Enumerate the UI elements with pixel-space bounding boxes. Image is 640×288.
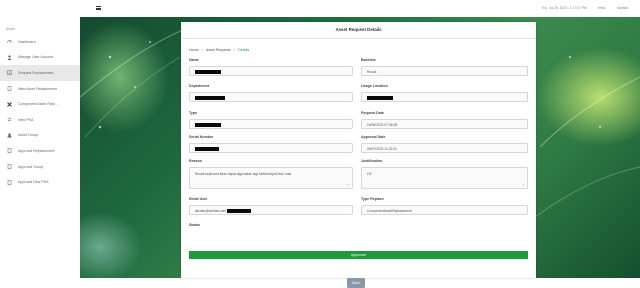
breadcrumb: Home › Asset Requests › Details [189,48,249,52]
baseline-field[interactable]: Rusak [361,66,528,76]
logout-link[interactable]: Sanitas [617,6,628,10]
serial-number-field[interactable] [189,143,353,153]
document-icon [7,148,12,154]
sidebar-item-approval-group[interactable]: Approval Group [0,159,80,175]
field-label: Type Replace [361,197,384,201]
breadcrumb-details: Details [238,48,250,52]
document-icon [7,179,12,185]
sidebar-item-label: Approval New PKA [18,180,49,185]
field-label: Baseline [361,58,376,62]
sidebar-nav: Dashboard Manage User Account Request Re… [0,34,80,190]
breadcrumb-asset-requests[interactable]: Asset Requests [206,48,231,52]
group-icon [7,133,12,138]
sidebar-item-label: New PKA [18,117,34,122]
field-reason: Reason Rusak keyboard tidak dapat diguna… [189,159,353,189]
field-label: Request Date [361,111,384,115]
sidebar-item-label: New Asset Replacement [18,86,58,91]
field-label: Justification [361,159,383,163]
reason-text: Rusak keyboard tidak dapat digunakan lag… [195,171,292,176]
topbar: Thu, Jul 25, 2024 - 1:17:07 PM Hello, Sa… [80,0,640,18]
redacted-block [195,70,221,75]
sidebar-item-approval-new-pka[interactable]: Approval New PKA [0,174,80,190]
type-replace-field[interactable]: ComponentAssetReplacement [361,205,528,215]
asset-request-details-card: Asset Request Details Home › Asset Request… [181,22,536,288]
field-approval-date: Approval Date 05/07/2024 11:32:21 [361,135,528,153]
hamburger-menu-icon[interactable] [96,6,101,11]
datetime: Thu, Jul 25, 2024 - 1:17:07 PM [541,6,587,10]
field-usage-location: Usage Location [361,84,528,102]
field-baseline: Baseline Rusak [361,58,528,76]
field-label: Email User [189,197,208,201]
chevron-right-icon: › [233,48,236,52]
sidebar-item-label: Request Replacement [18,70,54,75]
justification-textarea[interactable]: OK [361,167,528,189]
sidebar-item-label: Approval Group [18,164,44,169]
reason-textarea[interactable]: Rusak keyboard tidak dapat digunakan lag… [189,167,353,189]
card-title: Asset Request Details [181,22,536,39]
field-label: Usage Location [361,84,388,88]
sidebar-item-asset-group[interactable]: Asset Group [0,128,80,144]
email-text: ikhwan@sanitas.com [195,209,227,213]
sidebar: Admin Dashboard Manage User Account Requ… [0,0,81,278]
field-email-user: Email User ikhwan@sanitas.com [189,197,353,215]
sidebar-item-label: Dashboard [18,39,36,44]
breadcrumb-home[interactable]: Home [189,48,199,52]
sidebar-item-manage-user-account[interactable]: Manage User Account [0,50,80,66]
type-field[interactable] [189,119,353,129]
document-icon [7,86,12,91]
sidebar-item-new-asset-replacement[interactable]: New Asset Replacement [0,81,80,97]
user-greeting: Hello, [597,6,607,10]
department-field[interactable] [189,92,353,102]
user-icon [7,55,12,60]
field-type: Type [189,111,353,129]
field-label: Reason [189,159,202,163]
usage-location-field[interactable] [361,92,528,102]
sidebar-item-request-replacement[interactable]: Request Replacement [0,65,80,81]
field-label: Department [189,84,209,88]
sidebar-item-approval-replacement[interactable]: Approval Replacement [0,143,80,159]
field-label: Serial Number [189,135,214,139]
list-icon [7,70,12,76]
redacted-block [195,123,221,128]
field-request-date: Request Date 24/05/2024 07:36:39 [361,111,528,129]
chevron-right-icon: › [201,48,203,52]
sidebar-item-component-asset-replacement[interactable]: Component Asset Repl... [0,96,80,112]
swap-icon [7,117,12,122]
back-button[interactable]: Back [347,278,365,288]
status-badge: Approved [189,251,528,259]
dashboard-icon [7,39,12,44]
field-justification: Justification OK [361,159,528,189]
sidebar-item-label: Asset Group [18,133,38,138]
sidebar-item-label: Component Asset Repl... [18,102,58,107]
field-label: Name [189,58,199,62]
sidebar-item-dashboard[interactable]: Dashboard [0,34,80,50]
email-user-field[interactable]: ikhwan@sanitas.com [189,205,353,215]
name-field[interactable] [189,66,353,76]
sidebar-item-new-pka[interactable]: New PKA [0,112,80,128]
field-name: Name [189,58,353,76]
field-serial-number: Serial Number [189,135,353,153]
topbar-right: Thu, Jul 25, 2024 - 1:17:07 PM Hello, Sa… [531,6,628,10]
request-date-field[interactable]: 24/05/2024 07:36:39 [361,119,528,129]
justification-text: OK [367,171,372,176]
field-label: Type [189,111,198,115]
document-icon [7,164,12,169]
field-label: Approval Date [361,135,386,139]
approval-date-field[interactable]: 05/07/2024 11:32:21 [361,143,528,153]
sidebar-section-label: Admin [6,27,16,31]
redacted-block [195,147,219,152]
sidebar-item-label: Manage User Account [18,55,54,60]
redacted-block [195,96,225,101]
field-type-replace: Type Replace ComponentAssetReplacement [361,197,528,215]
status-label: Status [189,223,200,227]
sidebar-item-label: Approval Replacement [18,148,55,153]
field-department: Department [189,84,353,102]
redacted-block [227,209,252,214]
resize-grip-icon[interactable] [522,183,525,186]
resize-grip-icon[interactable] [347,183,350,186]
redacted-block [367,96,393,101]
component-icon [7,101,12,107]
